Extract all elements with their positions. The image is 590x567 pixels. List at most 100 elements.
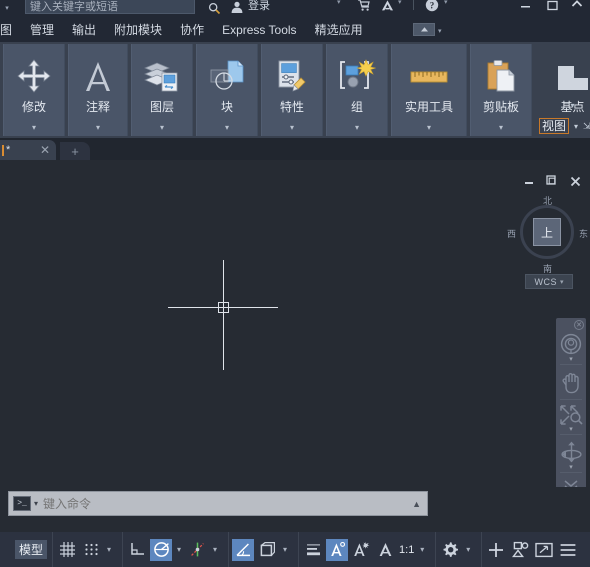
properties-icon[interactable]	[274, 48, 310, 94]
viewport-minimize-button[interactable]	[522, 174, 536, 188]
ortho-mode-icon[interactable]	[126, 539, 148, 561]
chevron-down-icon[interactable]: ▾	[560, 278, 564, 286]
layers-icon[interactable]	[143, 48, 181, 94]
annotation-scale-label[interactable]: 1:1	[397, 544, 416, 556]
ribbon-tab-manage[interactable]: 管理	[21, 18, 63, 42]
close-icon[interactable]: ✕	[40, 143, 50, 157]
viewport-close-button[interactable]	[568, 174, 582, 188]
showmotion-icon[interactable]	[556, 478, 586, 487]
workspace-caret-icon[interactable]: ▾	[462, 545, 474, 554]
drawing-canvas[interactable]: 上 北 南 西 东 WCS ▾ ✕ ▾ ▾ ▾	[0, 160, 590, 487]
annotation-visibility-icon[interactable]	[326, 538, 349, 561]
login-caret-icon[interactable]: ▾	[337, 0, 341, 6]
snap-mode-caret-icon[interactable]: ▾	[103, 545, 115, 554]
ruler-measure-icon[interactable]	[408, 48, 450, 94]
object-snap-icon[interactable]	[186, 539, 208, 561]
steering-wheel-icon[interactable]	[556, 332, 586, 356]
autodesk-caret-icon[interactable]: ▾	[398, 0, 402, 6]
isolate-objects-icon[interactable]	[509, 539, 531, 561]
ribbon-panel-view[interactable]: 基点 ▾ 视图 ▾ ⇲	[535, 44, 590, 136]
login-label[interactable]: 登录	[248, 0, 270, 13]
ribbon-panel-annotation[interactable]: 注释 ▾	[68, 44, 128, 136]
viewcube-west-label[interactable]: 西	[507, 227, 516, 240]
viewcube-north-label[interactable]: 北	[543, 194, 552, 207]
customization-menu-icon[interactable]	[557, 539, 579, 561]
command-input[interactable]	[43, 496, 413, 511]
ribbon-tab-addins[interactable]: 附加模块	[105, 18, 171, 42]
grid-display-icon[interactable]	[56, 539, 78, 561]
ribbon-tab-view[interactable]: 图	[0, 18, 21, 42]
autoscale-annotation-icon[interactable]	[350, 539, 372, 561]
view-panel-dialog-launcher-icon[interactable]: ⇲	[583, 121, 590, 132]
annotation-scale-caret-icon[interactable]: ▾	[416, 545, 428, 554]
ribbon-panel-utilities[interactable]: 实用工具 ▾	[391, 44, 467, 136]
panel-expand-arrow-icon[interactable]: ▾	[570, 101, 574, 110]
viewcube-east-label[interactable]: 东	[579, 227, 588, 240]
object-snap-caret-icon[interactable]: ▾	[209, 545, 221, 554]
pan-hand-icon[interactable]	[556, 370, 586, 394]
window-maximize-button[interactable]	[541, 0, 563, 13]
zoom-extents-icon[interactable]	[556, 404, 586, 426]
document-tab[interactable]: * ✕	[0, 140, 56, 160]
panel-expand-arrow-icon[interactable]: ▾	[499, 123, 503, 132]
customize-plus-icon[interactable]	[485, 539, 507, 561]
status-model-tab[interactable]: 模型	[15, 540, 48, 559]
user-avatar-icon[interactable]	[228, 0, 246, 16]
help-question-icon[interactable]: ?	[423, 0, 440, 13]
fullscreen-icon[interactable]	[533, 539, 555, 561]
view-panel-caret-icon[interactable]: ▾	[574, 122, 578, 131]
clipboard-icon[interactable]	[483, 48, 519, 94]
move-arrows-icon[interactable]	[16, 48, 52, 94]
base-point-ucs-icon[interactable]	[555, 48, 590, 94]
autodesk-a-icon[interactable]	[378, 0, 396, 14]
command-line[interactable]: >_ ▾ ▲	[8, 491, 428, 516]
window-minimize-button[interactable]	[514, 0, 536, 13]
ribbon-panel-clipboard[interactable]: 剪贴板 ▾	[470, 44, 532, 136]
panel-expand-arrow-icon[interactable]: ▾	[96, 123, 100, 132]
orbit-icon[interactable]	[556, 440, 586, 464]
command-history-caret-icon[interactable]: ▾	[34, 499, 38, 508]
viewcube[interactable]: 上 北 南 西 东	[507, 196, 588, 274]
ribbon-panel-layers[interactable]: 图层 ▾	[131, 44, 193, 136]
annotation-scale-icon[interactable]	[374, 539, 396, 561]
panel-expand-arrow-icon[interactable]: ▾	[225, 123, 229, 132]
ribbon-tab-output[interactable]: 输出	[63, 18, 105, 42]
zoom-caret-icon[interactable]: ▾	[569, 426, 573, 434]
ribbon-tab-featured-apps[interactable]: 精选应用	[306, 18, 372, 42]
polar-tracking-icon[interactable]	[150, 538, 173, 561]
panel-expand-arrow-icon[interactable]: ▾	[160, 123, 164, 132]
panel-expand-arrow-icon[interactable]: ▾	[32, 123, 36, 132]
ribbon-tab-collaborate[interactable]: 协作	[171, 18, 213, 42]
window-close-button[interactable]	[566, 0, 588, 13]
viewcube-top-face[interactable]: 上	[533, 218, 561, 246]
search-icon[interactable]	[205, 0, 223, 17]
shopping-cart-icon[interactable]	[356, 0, 372, 13]
ribbon-tab-express-tools[interactable]: Express Tools	[213, 18, 305, 42]
ribbon-panel-block[interactable]: 块 ▾	[196, 44, 258, 136]
quick-access-overflow-icon[interactable]	[413, 23, 435, 36]
quick-access-caret-icon[interactable]: ▾	[0, 0, 14, 18]
search-input[interactable]: 键入关键字或短语	[25, 0, 195, 14]
workspace-gear-icon[interactable]	[439, 539, 461, 561]
object-snap-track-caret-icon[interactable]: ▾	[279, 545, 291, 554]
ucs-selector[interactable]: WCS ▾	[525, 274, 573, 289]
viewport-restore-button[interactable]	[545, 174, 559, 188]
isometric-draft-icon[interactable]	[232, 538, 255, 561]
panel-expand-arrow-icon[interactable]: ▾	[427, 123, 431, 132]
ribbon-panel-group-tool[interactable]: 组 ▾	[326, 44, 388, 136]
ribbon-panel-modify[interactable]: 修改 ▾	[3, 44, 65, 136]
lineweight-icon[interactable]	[302, 539, 324, 561]
navbar-close-icon[interactable]: ✕	[574, 320, 584, 330]
object-snap-track-icon[interactable]	[256, 539, 278, 561]
snap-mode-icon[interactable]	[80, 539, 102, 561]
command-expand-icon[interactable]: ▲	[412, 499, 421, 509]
orbit-caret-icon[interactable]: ▾	[569, 464, 573, 472]
command-prompt-icon[interactable]: >_	[13, 496, 31, 511]
panel-expand-arrow-icon[interactable]: ▾	[355, 123, 359, 132]
help-caret-icon[interactable]: ▾	[444, 0, 448, 6]
polar-tracking-caret-icon[interactable]: ▾	[173, 545, 185, 554]
text-a-icon[interactable]	[81, 48, 115, 94]
group-icon[interactable]	[338, 48, 376, 94]
quick-access-overflow-caret-icon[interactable]: ▾	[438, 27, 442, 35]
panel-expand-arrow-icon[interactable]: ▾	[290, 123, 294, 132]
